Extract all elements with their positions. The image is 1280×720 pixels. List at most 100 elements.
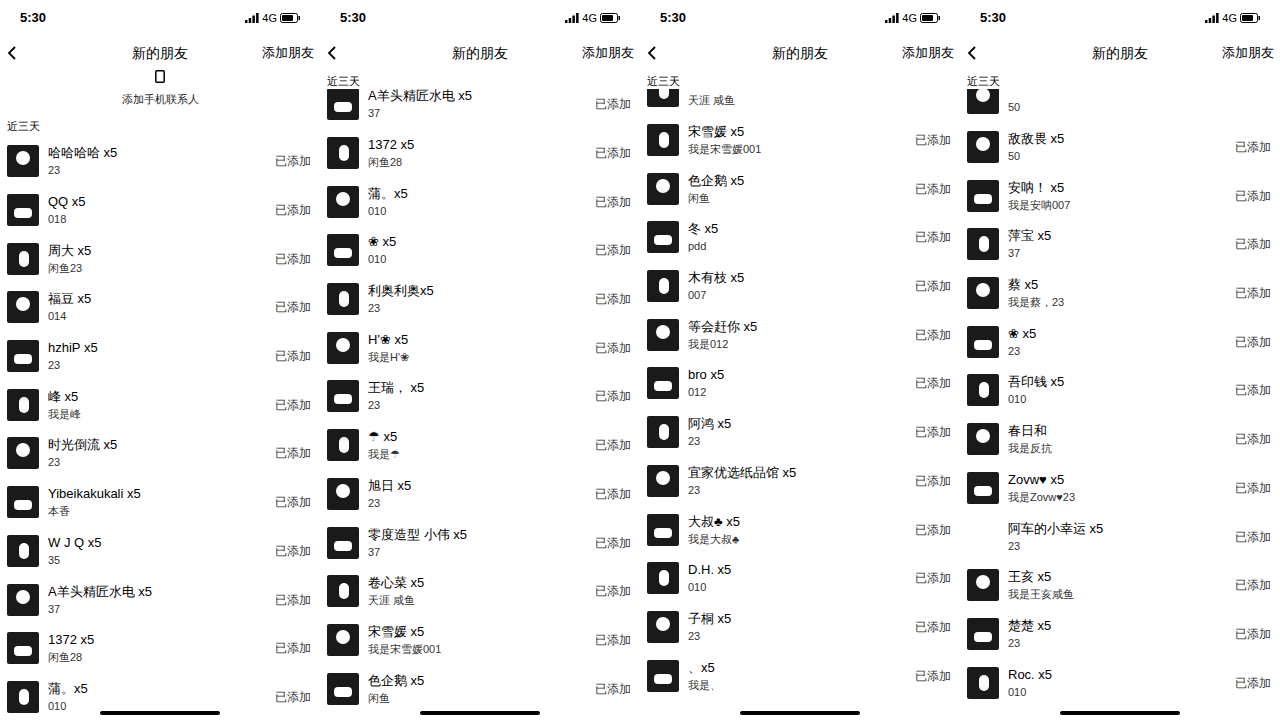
friend-row[interactable]: 时光倒流 x523已添加 (0, 429, 320, 478)
friend-row[interactable]: 蒲。x5010已添加 (320, 177, 640, 226)
friend-note: 我是H'❀ (368, 350, 409, 364)
added-status: 已添加 (915, 374, 951, 392)
friend-note: 37 (368, 545, 467, 559)
friend-row[interactable]: 冬 x5pdd已添加 (640, 213, 960, 262)
friend-row[interactable]: 阿鸿 x523已添加 (640, 408, 960, 457)
friend-row[interactable]: ☂ x5我是☂已添加 (320, 421, 640, 470)
added-status: 已添加 (915, 472, 951, 490)
avatar (7, 486, 39, 518)
friend-name: 等会赶你 x5 (688, 319, 757, 335)
friend-row[interactable]: H'❀ x5我是H'❀已添加 (320, 323, 640, 372)
added-status: 已添加 (275, 250, 311, 268)
friend-name: Yibeikakukali x5 (48, 486, 141, 502)
friend-row[interactable]: 宋雪媛 x5我是宋雪媛001已添加 (640, 116, 960, 165)
added-status: 已添加 (595, 95, 631, 113)
friend-row[interactable]: W J Q x535已添加 (0, 527, 320, 576)
friend-row[interactable]: 等会赶你 x5我是012已添加 (640, 310, 960, 359)
friend-row[interactable]: 王亥 x5我是王亥咸鱼已添加 (960, 561, 1280, 610)
friend-note: 闲鱼28 (48, 650, 94, 664)
friend-row[interactable]: 周大 x5闲鱼23已添加 (0, 234, 320, 283)
friend-row[interactable]: Zovw♥ x5我是Zovw♥23已添加 (960, 464, 1280, 513)
friend-row[interactable]: 楚楚 x523已添加 (960, 610, 1280, 659)
friend-row[interactable]: 色企鹅 x5闲鱼已添加 (640, 164, 960, 213)
friend-row[interactable]: 敌敌畏 x550已添加 (960, 123, 1280, 172)
friend-row[interactable]: 阿车的小幸运 x523已添加 (960, 512, 1280, 561)
friend-name: A羊头精匠水电 x5 (368, 88, 472, 104)
friend-row[interactable]: Yibeikakukali x5本香已添加 (0, 478, 320, 527)
back-icon[interactable] (646, 45, 658, 61)
added-status: 已添加 (1235, 479, 1271, 497)
friend-row[interactable]: 峰 x5我是峰已添加 (0, 380, 320, 429)
friend-row[interactable]: 哈哈哈哈 x523已添加 (0, 137, 320, 186)
add-phone-contacts[interactable]: 添加手机联系人 (0, 70, 320, 116)
friend-row[interactable]: 福豆 x5014已添加 (0, 283, 320, 332)
avatar (967, 131, 999, 163)
avatar (967, 228, 999, 260)
friend-row[interactable]: D.H. x5010已添加 (640, 554, 960, 603)
friend-row[interactable]: ❀ x5010已添加 (320, 226, 640, 275)
add-friend-button[interactable]: 添加朋友 (582, 43, 634, 63)
signal-icon (885, 13, 899, 23)
avatar (327, 429, 359, 461)
friend-row[interactable]: 利奥利奥x523已添加 (320, 275, 640, 324)
friend-row[interactable]: 蔡 x5我是蔡，23已添加 (960, 269, 1280, 318)
back-icon[interactable] (326, 45, 338, 61)
friend-row[interactable]: hzhiP x523已添加 (0, 332, 320, 381)
friend-row[interactable]: 木有枝 x5007已添加 (640, 262, 960, 311)
friend-row[interactable]: 宋雪媛 x5我是宋雪媛001已添加 (320, 616, 640, 665)
add-friend-button[interactable]: 添加朋友 (902, 43, 954, 63)
friend-name: 宜家优选纸品馆 x5 (688, 465, 796, 481)
friend-row[interactable]: 王瑞， x523已添加 (320, 372, 640, 421)
phone-screen: 5:304G新的朋友添加朋友添加手机联系人近三天哈哈哈哈 x523已添加QQ x… (0, 0, 320, 720)
friend-note: 我是☂ (368, 447, 400, 461)
friend-name: QQ x5 (48, 194, 86, 210)
add-friend-button[interactable]: 添加朋友 (262, 43, 314, 63)
friend-row[interactable]: 卷心菜 x5天涯 咸鱼已添加 (320, 567, 640, 616)
friend-row[interactable]: 子桐 x523已添加 (640, 603, 960, 652)
back-icon[interactable] (966, 45, 978, 61)
home-indicator (740, 711, 860, 715)
battery-icon (280, 13, 300, 23)
friend-row[interactable]: 1372 x5闲鱼28已添加 (0, 624, 320, 673)
friend-name: ❀ x5 (368, 234, 396, 250)
added-status: 已添加 (275, 688, 311, 706)
friend-note: 我是012 (688, 337, 757, 351)
added-status: 已添加 (1235, 528, 1271, 546)
friend-name: ❀ x5 (1008, 326, 1036, 342)
added-status: 已添加 (1235, 235, 1271, 253)
avatar (327, 380, 359, 412)
friend-name: 蒲。x5 (368, 186, 408, 202)
friend-row[interactable]: 、x5我是、已添加 (640, 651, 960, 700)
phone-screen: 5:304G新的朋友添加朋友50敌敌畏 x550已添加安呐！ x5我是安呐007… (960, 0, 1280, 720)
friend-row[interactable]: 1372 x5闲鱼28已添加 (320, 129, 640, 178)
friend-row[interactable]: 吾印钱 x5010已添加 (960, 366, 1280, 415)
added-status: 已添加 (1235, 674, 1271, 692)
friend-row[interactable]: A羊头精匠水电 x537已添加 (0, 575, 320, 624)
friend-row[interactable]: 春日和我是反抗已添加 (960, 415, 1280, 464)
nav-bar: 新的朋友添加朋友 (960, 36, 1280, 70)
friend-row[interactable]: ❀ x523已添加 (960, 317, 1280, 366)
added-status: 已添加 (275, 493, 311, 511)
added-status: 已添加 (1235, 625, 1271, 643)
friend-row[interactable]: 零度造型 小伟 x537已添加 (320, 518, 640, 567)
friend-row[interactable]: bro x5012已添加 (640, 359, 960, 408)
friend-row[interactable]: 安呐！ x5我是安呐007已添加 (960, 171, 1280, 220)
friend-name: 冬 x5 (688, 221, 718, 237)
avatar (967, 326, 999, 358)
add-friend-button[interactable]: 添加朋友 (1222, 43, 1274, 63)
added-status: 已添加 (915, 423, 951, 441)
friend-row[interactable]: QQ x5018已添加 (0, 186, 320, 235)
friend-row[interactable]: 色企鹅 x5闲鱼已添加 (320, 664, 640, 713)
friend-row[interactable]: 旭日 x523已添加 (320, 470, 640, 519)
friend-name: 时光倒流 x5 (48, 437, 117, 453)
friend-note: 23 (688, 483, 796, 497)
back-icon[interactable] (6, 45, 18, 61)
friend-note: 007 (688, 288, 744, 302)
added-status: 已添加 (915, 228, 951, 246)
avatar (7, 340, 39, 372)
friend-row[interactable]: Roc. x5010已添加 (960, 658, 1280, 707)
friend-row[interactable]: 萍宝 x537已添加 (960, 220, 1280, 269)
friend-row[interactable]: 宜家优选纸品馆 x5 23 已添加 (640, 457, 960, 506)
friend-note: 010 (368, 204, 408, 218)
friend-row[interactable]: 大叔♣ x5我是大叔♣已添加 (640, 505, 960, 554)
